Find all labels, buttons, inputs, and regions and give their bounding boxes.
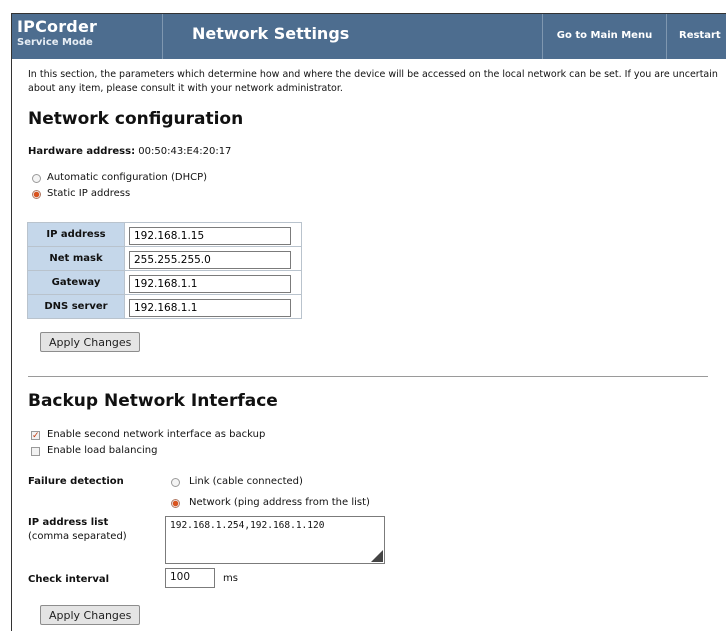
net-mask-label: Net mask xyxy=(27,246,125,271)
header-bar: IPCorder Service Mode Network Settings G… xyxy=(12,14,726,59)
network-config-heading: Network configuration xyxy=(28,109,244,129)
dhcp-radio-label[interactable]: Automatic configuration (DHCP) xyxy=(47,172,207,183)
hardware-address-label: Hardware address: xyxy=(28,146,136,157)
link-detection-label[interactable]: Link (cable connected) xyxy=(189,476,303,487)
dhcp-radio[interactable] xyxy=(32,174,41,183)
apply-changes-backup-button[interactable]: Apply Changes xyxy=(40,605,141,625)
brand-title: IPCorder xyxy=(17,17,98,36)
failure-detection-label: Failure detection xyxy=(28,476,124,487)
gateway-label: Gateway xyxy=(27,270,125,295)
enable-backup-label[interactable]: Enable second network interface as backu… xyxy=(47,429,265,440)
brand-subtitle: Service Mode xyxy=(17,37,93,48)
ip-address-list-value: 192.168.1.254,192.168.1.120 xyxy=(170,520,325,531)
dns-server-label: DNS server xyxy=(27,294,125,319)
hardware-address-value: 00:50:43:E4:20:17 xyxy=(138,146,232,157)
static-ip-table: IP address Net mask Gateway DNS server xyxy=(27,222,302,319)
ip-address-list-label: IP address list xyxy=(28,517,109,528)
table-row: Net mask xyxy=(27,246,302,271)
gateway-input[interactable] xyxy=(129,275,291,293)
table-row: IP address xyxy=(27,222,302,247)
resize-grip-icon[interactable] xyxy=(371,550,383,562)
brand: IPCorder Service Mode xyxy=(12,14,162,59)
enable-backup-checkbox[interactable]: ✓ xyxy=(31,431,40,441)
apply-changes-network-button[interactable]: Apply Changes xyxy=(40,332,141,352)
enable-load-balancing-checkbox[interactable] xyxy=(31,447,40,456)
check-interval-label: Check interval xyxy=(28,574,110,585)
check-interval-unit: ms xyxy=(223,573,238,584)
enable-load-balancing-label[interactable]: Enable load balancing xyxy=(47,445,157,456)
hardware-address: Hardware address: 00:50:43:E4:20:17 xyxy=(28,146,231,157)
dns-server-input[interactable] xyxy=(129,299,291,317)
static-ip-radio-label[interactable]: Static IP address xyxy=(47,188,130,199)
table-row: Gateway xyxy=(27,270,302,295)
link-detection-radio[interactable] xyxy=(171,478,180,487)
net-mask-input[interactable] xyxy=(129,251,291,269)
ip-address-list-textarea[interactable]: 192.168.1.254,192.168.1.120 xyxy=(165,516,385,564)
check-interval-input[interactable]: 100 xyxy=(165,568,215,588)
network-detection-radio[interactable] xyxy=(171,499,180,508)
restart-link[interactable]: Restart xyxy=(666,14,726,59)
static-ip-radio[interactable] xyxy=(32,190,41,199)
table-row: DNS server xyxy=(27,294,302,319)
ip-address-label: IP address xyxy=(27,222,125,247)
ip-address-input[interactable] xyxy=(129,227,291,245)
backup-interface-heading: Backup Network Interface xyxy=(28,391,278,411)
app-frame: IPCorder Service Mode Network Settings G… xyxy=(11,13,726,631)
ip-address-list-hint: (comma separated) xyxy=(28,531,127,542)
go-to-main-menu-link[interactable]: Go to Main Menu xyxy=(542,14,666,59)
page-title: Network Settings xyxy=(162,14,542,59)
intro-text: In this section, the parameters which de… xyxy=(28,69,718,94)
network-detection-label[interactable]: Network (ping address from the list) xyxy=(189,497,370,508)
section-divider xyxy=(28,376,708,377)
